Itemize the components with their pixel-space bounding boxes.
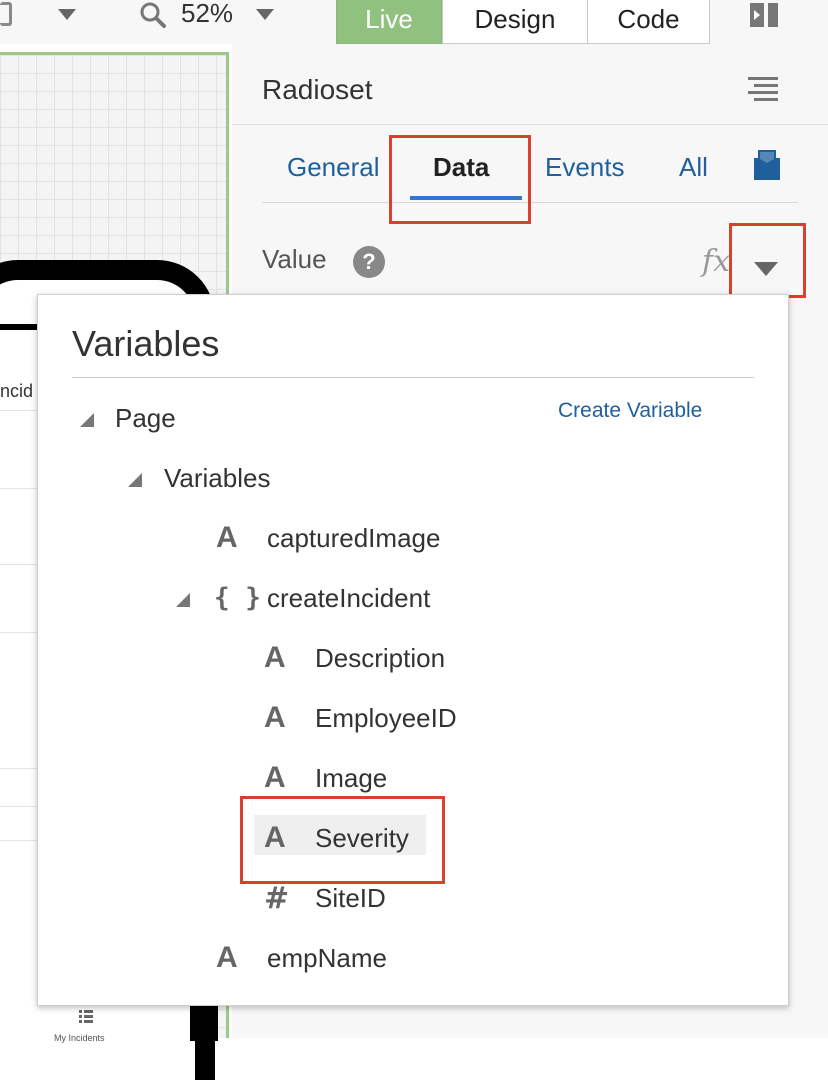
device-icon[interactable] <box>0 2 12 26</box>
tree-item-EmployeeID[interactable]: EmployeeID <box>315 703 457 734</box>
phone-tab-label: My Incidents <box>54 1033 105 1043</box>
tab-design[interactable]: Design <box>442 0 588 44</box>
tab-live[interactable]: Live <box>336 0 442 44</box>
tab-events[interactable]: Events <box>545 152 625 183</box>
tab-code[interactable]: Code <box>587 0 710 44</box>
phone-frame-edge <box>190 1001 218 1041</box>
collapse-triangle-icon[interactable] <box>80 413 94 427</box>
tree-node-variables[interactable]: Variables <box>164 463 270 494</box>
phone-partial-label: ncid <box>0 381 34 401</box>
create-variable-link[interactable]: Create Variable <box>558 399 702 423</box>
panel-menu-icon[interactable] <box>748 77 778 103</box>
string-type-icon: A <box>216 521 238 554</box>
list-icon <box>79 1010 93 1023</box>
tree-item-createIncident[interactable]: createIncident <box>267 583 430 614</box>
highlight-data-tab <box>389 135 531 224</box>
top-toolbar: 52% Live Design Code <box>0 0 828 44</box>
tree-item-capturedImage[interactable]: capturedImage <box>267 523 440 554</box>
expression-editor-icon[interactable]: fx <box>702 244 730 279</box>
tree-item-Image[interactable]: Image <box>315 763 387 794</box>
device-dropdown-icon[interactable] <box>58 9 76 20</box>
zoom-dropdown-icon[interactable] <box>256 9 274 20</box>
panel-title: Radioset <box>262 74 373 105</box>
tree-item-empName[interactable]: empName <box>267 943 387 974</box>
collapse-triangle-icon[interactable] <box>128 473 142 487</box>
tree-item-Description[interactable]: Description <box>315 643 445 674</box>
string-type-icon: A <box>264 701 286 734</box>
tab-all[interactable]: All <box>679 152 708 183</box>
object-type-icon: { } <box>214 583 261 613</box>
popup-title: Variables <box>72 323 220 364</box>
highlight-dropdown <box>729 223 806 298</box>
help-icon[interactable]: ? <box>353 246 385 278</box>
tree-node-page[interactable]: Page <box>115 403 176 434</box>
divider <box>232 124 828 125</box>
string-type-icon: A <box>264 641 286 674</box>
number-type-icon: # <box>264 881 290 916</box>
string-type-icon: A <box>216 941 238 974</box>
collapse-panel-icon[interactable] <box>748 2 780 28</box>
tree-item-SiteID[interactable]: SiteID <box>315 883 386 914</box>
divider <box>72 377 754 378</box>
highlight-severity <box>240 796 445 884</box>
string-type-icon: A <box>264 761 286 794</box>
tab-general[interactable]: General <box>287 152 380 183</box>
bookmark-icon[interactable] <box>754 150 780 180</box>
zoom-search-icon[interactable] <box>140 2 166 28</box>
variables-popup: Variables Create Variable Page Variables… <box>37 294 789 1006</box>
value-label: Value <box>262 244 327 274</box>
collapse-triangle-icon[interactable] <box>176 593 190 607</box>
zoom-level[interactable]: 52% <box>181 0 233 29</box>
